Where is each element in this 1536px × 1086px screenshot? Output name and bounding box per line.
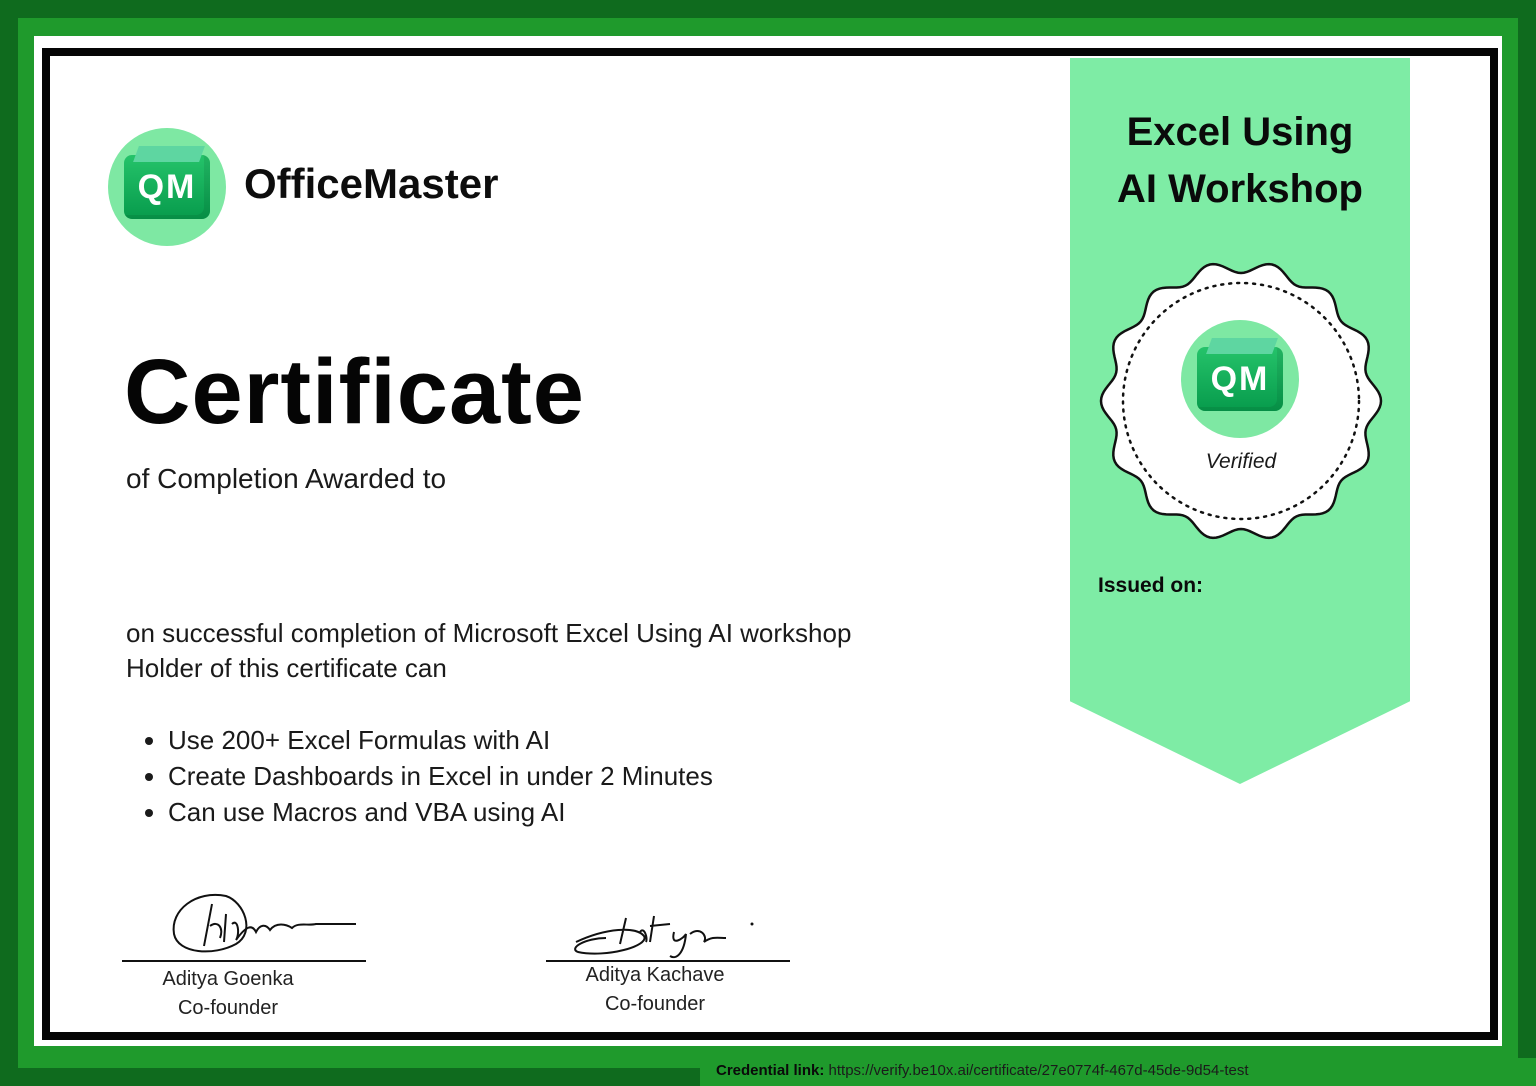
signature-aditya-kachave: [574, 915, 754, 959]
workshop-title: Excel Using AI Workshop: [1070, 104, 1410, 218]
credential-link[interactable]: Credential link: https://verify.be10x.ai…: [716, 1062, 1249, 1079]
holder-statement: Holder of this certificate can: [126, 653, 447, 683]
seal-logo-initials: QM: [1210, 359, 1270, 398]
certificate-title: Certificate: [124, 341, 585, 443]
skill-item: Use 200+ Excel Formulas with AI: [168, 722, 713, 758]
signatory-1: Aditya Goenka Co-founder: [122, 968, 334, 1020]
skill-item: Create Dashboards in Excel in under 2 Mi…: [168, 758, 713, 794]
signatory-1-name: Aditya Goenka: [162, 968, 294, 990]
brand-logo-book-icon: QM: [124, 155, 210, 219]
signature-line-2: [546, 960, 790, 962]
credential-label: Credential link:: [716, 1062, 825, 1079]
skills-list: Use 200+ Excel Formulas with AI Create D…: [168, 722, 713, 830]
seal-logo-book-icon: QM: [1197, 347, 1283, 411]
signatory-2-name: Aditya Kachave: [585, 964, 725, 986]
workshop-title-line-1: Excel Using: [1126, 110, 1354, 154]
skill-item: Can use Macros and VBA using AI: [168, 794, 713, 830]
brand-logo-initials: QM: [137, 167, 197, 206]
seal-verified-text: Verified: [1205, 450, 1277, 473]
signatory-2-role: Co-founder: [604, 993, 706, 1015]
workshop-title-line-2: AI Workshop: [1117, 167, 1363, 211]
credential-url[interactable]: https://verify.be10x.ai/certificate/27e0…: [829, 1062, 1249, 1079]
seal-logo: QM: [1181, 320, 1299, 438]
certificate-subtitle: of Completion Awarded to: [126, 463, 447, 494]
signatory-1-role: Co-founder: [177, 997, 279, 1019]
brand-name: OfficeMaster: [244, 160, 499, 207]
signatory-2: Aditya Kachave Co-founder: [546, 964, 764, 1016]
completion-statement: on successful completion of Microsoft Ex…: [126, 618, 852, 648]
signature-line-1: [122, 960, 366, 962]
brand-logo: QM: [108, 128, 226, 246]
signature-aditya-goenka: [172, 893, 356, 953]
issued-on-label: Issued on:: [1098, 574, 1204, 597]
